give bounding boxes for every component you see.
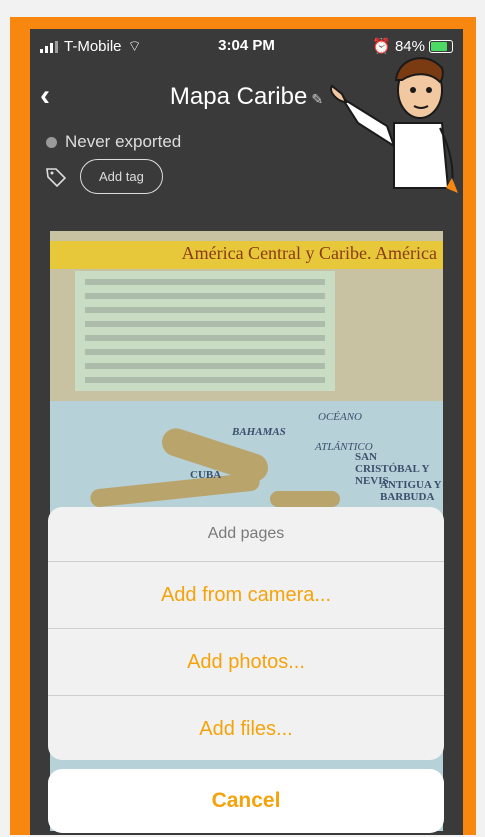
map-heading: América Central y Caribe. América (181, 243, 437, 263)
pointing-mascot-illustration (330, 57, 458, 193)
map-label: CUBA (190, 469, 222, 481)
add-files-option[interactable]: Add files... (48, 696, 444, 760)
map-label: OCÉANO (318, 411, 362, 423)
tag-icon[interactable] (44, 165, 68, 189)
export-status-text: Never exported (65, 132, 182, 151)
map-table (75, 271, 335, 391)
add-pages-sheet: Add pages Add from camera... Add photos.… (48, 507, 444, 760)
export-status: Never exported (46, 132, 181, 152)
cancel-button[interactable]: Cancel (48, 769, 444, 833)
map-island (270, 491, 340, 507)
sheet-title: Add pages (48, 507, 444, 562)
title-text: Mapa Caribe (169, 83, 308, 110)
map-label: BAHAMAS (232, 426, 286, 438)
add-tag-button[interactable]: Add tag (80, 159, 163, 194)
add-photos-option[interactable]: Add photos... (48, 629, 444, 696)
add-from-camera-option[interactable]: Add from camera... (48, 562, 444, 629)
status-dot-icon (46, 136, 57, 148)
tag-row: Add tag (44, 159, 163, 194)
map-label: ANTIGUA Y BARBUDA (380, 479, 442, 503)
